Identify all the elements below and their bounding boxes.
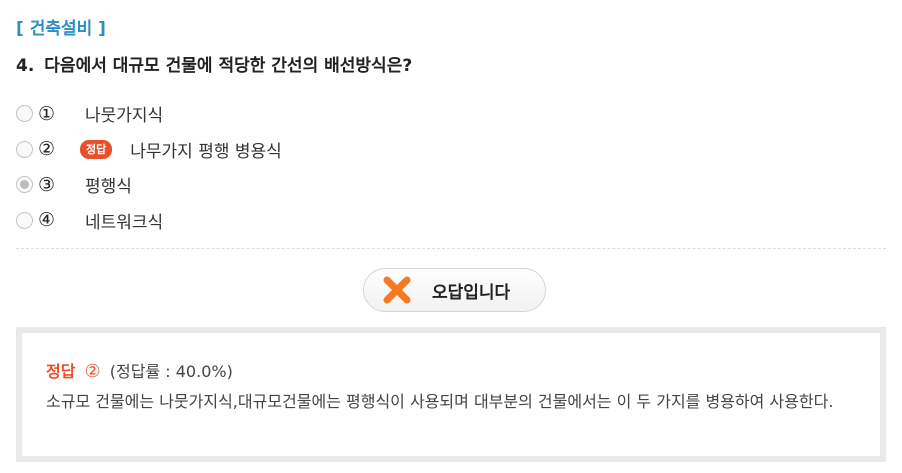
result-label: 오답입니다 (432, 282, 511, 303)
option-2[interactable]: ② 정답 나무가지 평행 병용식 (16, 132, 282, 168)
option-1-radio[interactable] (16, 105, 33, 123)
option-4-number: ④ (38, 209, 56, 232)
option-2-radio[interactable] (16, 140, 33, 158)
answer-title: 정답 (46, 362, 76, 381)
option-1-number: ① (38, 102, 56, 125)
explanation-box: 정답 ② (정답률 : 40.0%) 소규모 건물에는 나뭇가지식,대규모건물에… (16, 327, 886, 462)
correct-answer-badge: 정답 (80, 139, 113, 159)
option-1-text: 나뭇가지식 (85, 106, 164, 127)
category-label: [ 건축설비 ] (16, 19, 106, 39)
option-1[interactable]: ① 나뭇가지식 (16, 96, 282, 132)
answer-options: ① 나뭇가지식 ② 정답 나무가지 평행 병용식 ③ 평행식 ④ 네트워크식 (16, 96, 282, 238)
option-3-text: 평행식 (85, 177, 132, 198)
option-3[interactable]: ③ 평행식 (16, 167, 282, 203)
option-4-text: 네트워크식 (85, 212, 164, 233)
question-title: 4. 다음에서 대규모 건물에 적당한 간선의 배선방식은? (16, 51, 412, 76)
section-divider (16, 248, 886, 249)
option-4[interactable]: ④ 네트워크식 (16, 203, 282, 239)
answer-number: ② (84, 361, 101, 382)
question-text: 다음에서 대규모 건물에 적당한 간선의 배선방식은? (44, 56, 413, 76)
question-number: 4. (16, 56, 35, 76)
option-4-radio[interactable] (16, 211, 33, 229)
option-3-radio[interactable] (16, 176, 33, 194)
x-icon (383, 276, 411, 304)
answer-line: 정답 ② (정답률 : 40.0%) (46, 358, 854, 382)
explanation-content: 정답 ② (정답률 : 40.0%) 소규모 건물에는 나뭇가지식,대규모건물에… (22, 333, 880, 456)
answer-rate: (정답률 : 40.0%) (109, 362, 233, 381)
result-indicator: 오답입니다 (363, 268, 546, 312)
option-3-number: ③ (38, 173, 56, 196)
explanation-text: 소규모 건물에는 나뭇가지식,대규모건물에는 평행식이 사용되며 대부분의 건물… (46, 392, 834, 411)
option-2-number: ② (38, 138, 56, 161)
option-2-text: 나무가지 평행 병용식 (130, 141, 282, 162)
